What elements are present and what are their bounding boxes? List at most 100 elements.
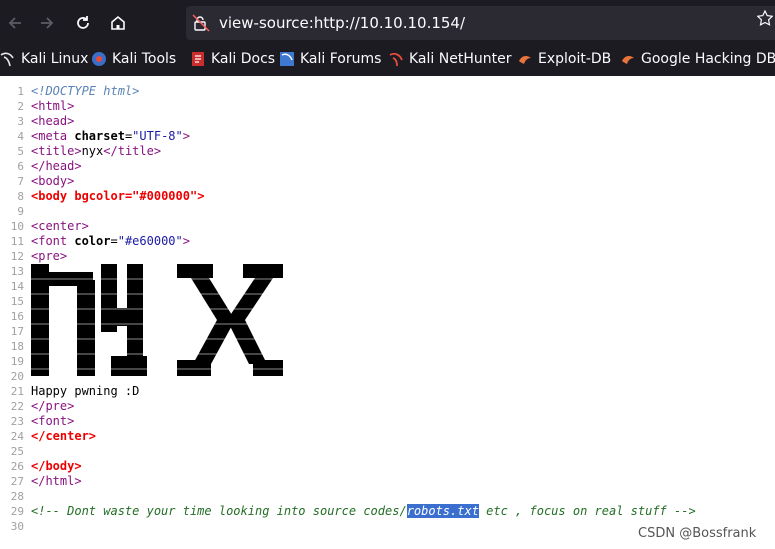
selected-text-robots[interactable]: robots.txt [406, 504, 479, 518]
source-line: <head> [0, 114, 775, 129]
font-tag: <font [31, 234, 75, 248]
source-line: <body bgcolor="#000000"> [0, 189, 775, 204]
line-number: 16 [10, 310, 24, 323]
line-number: 14 [10, 280, 24, 293]
line-number: 30 [10, 520, 24, 533]
tag-close: > [182, 129, 190, 143]
meta-tag: <meta [31, 129, 75, 143]
reload-icon [77, 16, 89, 29]
ascii-art-nyx [31, 264, 291, 376]
meta-tag-line: <meta charset="UTF-8"> [31, 129, 190, 144]
bookmark-label: Google Hacking DB [641, 51, 775, 67]
bookmark-label: Exploit-DB [538, 51, 612, 67]
comment-text: <!-- Dont waste your time looking into s… [31, 504, 407, 518]
body-tag: <body [31, 189, 75, 203]
bookmark-kali-linux[interactable]: Kali Linux [0, 45, 88, 73]
home-button[interactable] [103, 8, 133, 38]
bookmark-star-icon[interactable] [757, 10, 773, 26]
bookmark-kali-forums[interactable]: Kali Forums [279, 45, 381, 73]
watermark-text: CSDN @Bossfrank [638, 526, 757, 541]
body-bgcolor-line: <body bgcolor="#000000"> [31, 189, 204, 204]
source-line: </body> [0, 459, 775, 474]
source-line: <html> [0, 99, 775, 114]
line-number: 15 [10, 295, 24, 308]
line-number-row: 25 [0, 444, 775, 459]
bookmark-label: Kali Linux [21, 51, 89, 67]
source-line: <title>nyx</title> [0, 144, 775, 159]
reload-button[interactable] [68, 8, 98, 38]
doctype-text: <!DOCTYPE html> [31, 84, 140, 98]
center-open-tag: <center> [31, 219, 89, 233]
bookmark-label: Kali Docs [211, 51, 276, 67]
browser-chrome: view-source:http://10.10.10.154/ Kali Li… [0, 0, 775, 76]
html-close-tag: </html> [31, 474, 82, 488]
url-text[interactable]: view-source:http://10.10.10.154/ [219, 14, 465, 32]
bookmark-kali-nethunter[interactable]: Kali NetHunter [388, 45, 511, 73]
source-line: <body> [0, 174, 775, 189]
attr-value: "UTF-8" [132, 129, 183, 143]
source-line: </html> [0, 474, 775, 489]
bookmark-label: Kali Forums [300, 51, 382, 67]
tag-close: > [182, 234, 190, 248]
kali-nethunter-icon [389, 52, 403, 67]
back-button[interactable] [0, 8, 30, 38]
tag-close: > [197, 189, 205, 203]
bookmark-kali-tools[interactable]: Kali Tools [91, 45, 176, 73]
line-number: 9 [17, 205, 24, 218]
pre-close-tag: </pre> [31, 399, 75, 413]
line-number: 18 [10, 340, 24, 353]
head-open-tag: <head> [31, 114, 75, 128]
html-comment: <!-- Dont waste your time looking into s… [31, 504, 696, 519]
line-number-row: 9 [0, 204, 775, 219]
title-close-tag: </title> [103, 144, 162, 158]
font-close-tag: <font> [31, 414, 75, 428]
line-number: 17 [10, 325, 24, 338]
source-line: </head> [0, 159, 775, 174]
line-number: 19 [10, 355, 24, 368]
source-line: <!DOCTYPE html> [0, 84, 775, 99]
source-line: <center> [0, 219, 775, 234]
body-open-tag: <body> [31, 174, 75, 188]
bookmarks-toolbar: Kali Linux Kali Tools Kali Docs Kali For… [0, 45, 775, 73]
center-close-tag: </center> [31, 429, 97, 443]
address-bar[interactable]: view-source:http://10.10.10.154/ [186, 6, 775, 40]
attr-name: bgcolor [74, 189, 125, 203]
page-info-icon[interactable] [192, 14, 210, 32]
home-icon [111, 15, 125, 30]
head-close-tag: </head> [31, 159, 82, 173]
forward-button[interactable] [32, 8, 62, 38]
body-close-tag: </body> [31, 459, 82, 473]
title-tag-line: <title>nyx</title> [31, 144, 161, 159]
forward-arrow-icon [41, 17, 54, 29]
title-open-tag: <title> [31, 144, 82, 158]
source-line: <font color="#e60000"> [0, 234, 775, 249]
source-line: </pre> [0, 399, 775, 414]
back-arrow-icon [8, 17, 21, 29]
title-text: nyx [81, 144, 104, 158]
exploit-db-icon [519, 56, 531, 64]
view-source-panel: 1 2 3 4 5 6 7 8 9 10 11 12 13 14 15 16 17 18 19 20 21 22 23 24 2… [0, 76, 775, 549]
bookmark-exploit-db[interactable]: Exploit-DB [517, 45, 611, 73]
bookmark-kali-docs[interactable]: Kali Docs [190, 45, 275, 73]
source-line: </center> [0, 429, 775, 444]
bookmark-google-hacking-db[interactable]: Google Hacking DB [620, 45, 775, 73]
attr-name: color [74, 234, 111, 248]
source-line: <meta charset="UTF-8"> [0, 129, 775, 144]
comment-text: etc , focus on real stuff --> [478, 504, 696, 518]
html-open-tag: <html> [31, 99, 75, 113]
line-number: 28 [10, 490, 24, 503]
font-tag-line: <font color="#e60000"> [31, 234, 190, 249]
attr-value: "#e60000" [117, 234, 183, 248]
attr-equals: = [110, 234, 118, 248]
attr-value: "#000000" [132, 189, 198, 203]
line-number: 13 [10, 265, 24, 278]
happy-pwning-text: Happy pwning :D [31, 384, 140, 398]
kali-tools-icon [92, 52, 106, 66]
line-number-row: 28 [0, 489, 775, 504]
source-line: <font> [0, 414, 775, 429]
bookmark-label: Kali NetHunter [409, 51, 512, 67]
source-line: <!-- Dont waste your time looking into s… [0, 504, 775, 519]
kali-dragon-icon [0, 52, 14, 67]
kali-docs-icon [192, 52, 204, 66]
google-hacking-db-icon [622, 56, 634, 64]
